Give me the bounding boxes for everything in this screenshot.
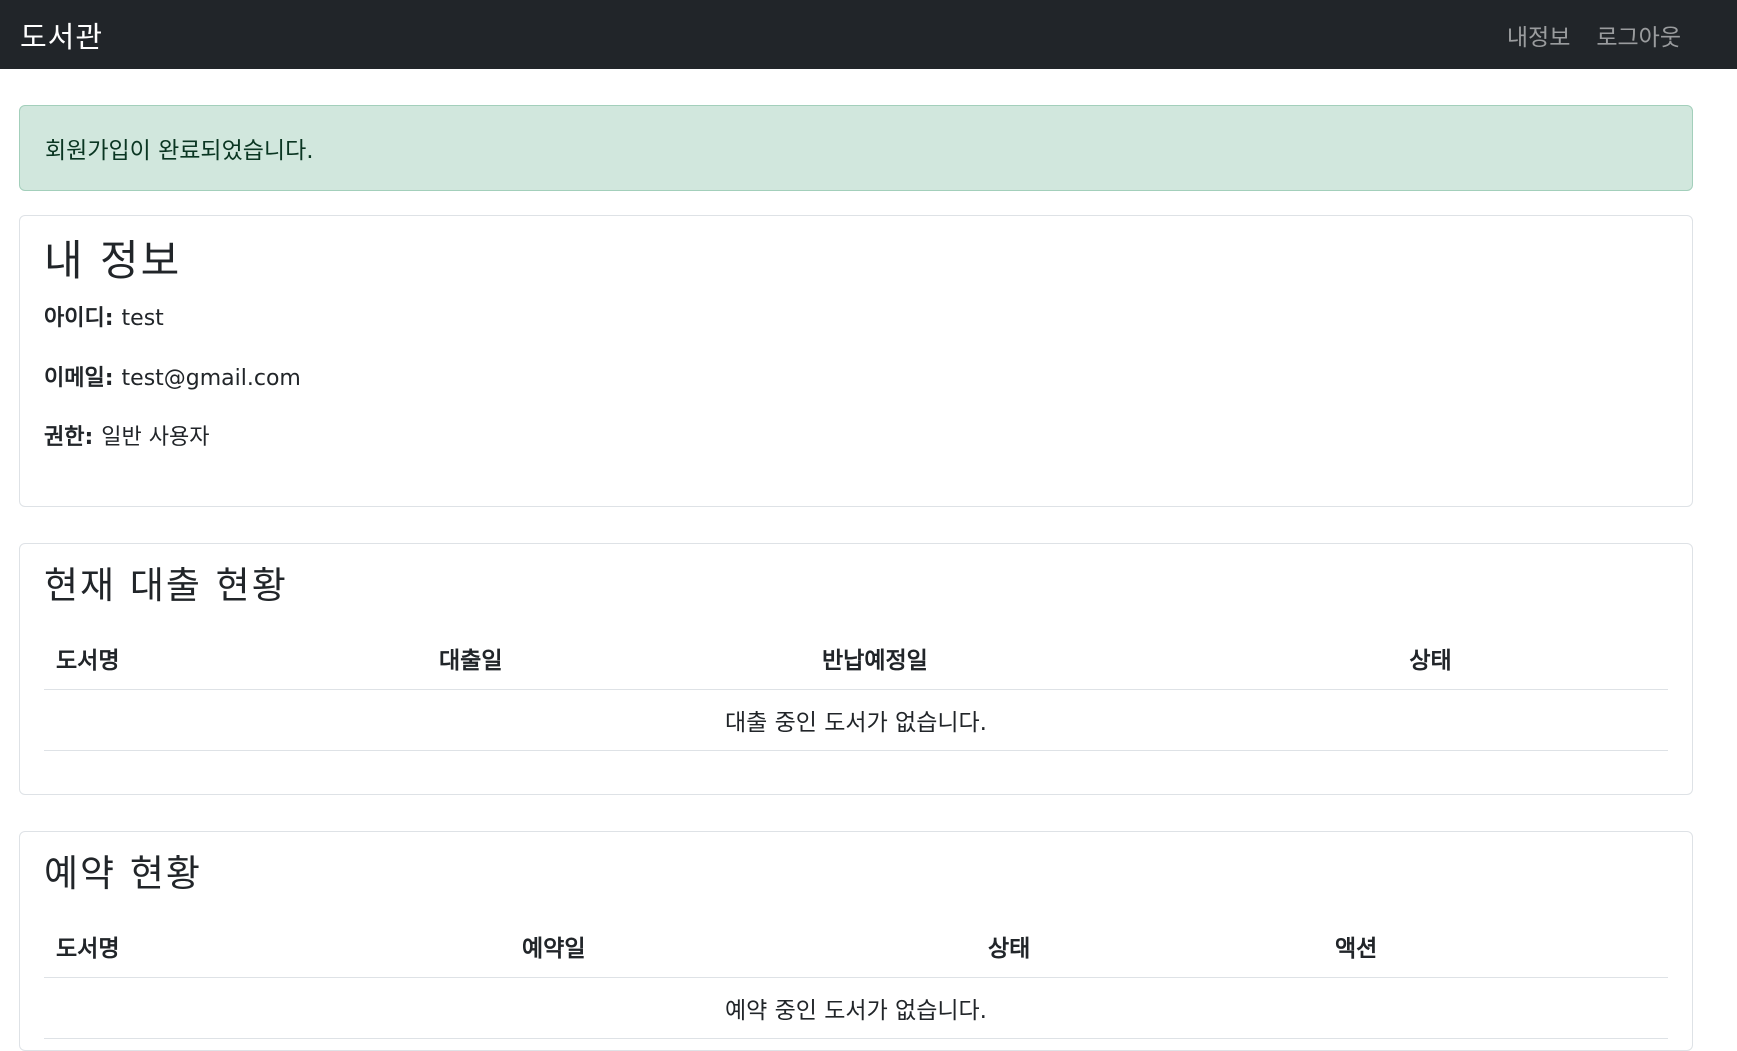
profile-card: 내 정보 아이디: test 이메일: test@gmail.com 권한: 일… xyxy=(19,215,1693,507)
role-value: 일반 사용자 xyxy=(101,424,210,450)
main-container: 회원가입이 완료되었습니다. 내 정보 아이디: test 이메일: test@… xyxy=(19,105,1693,1051)
loans-title: 현재 대출 현황 xyxy=(44,564,288,607)
loans-header-row: 도서명 대출일 반납예정일 상태 xyxy=(44,626,1668,690)
reservations-col-date: 예약일 xyxy=(510,914,976,978)
role-label: 권한: xyxy=(44,424,94,450)
email-label: 이메일: xyxy=(44,365,114,391)
loans-table: 도서명 대출일 반납예정일 상태 대출 중인 도서가 없습니다. xyxy=(44,626,1668,751)
brand-link[interactable]: 도서관 xyxy=(20,14,103,56)
loans-empty-message: 대출 중인 도서가 없습니다. xyxy=(44,689,1668,751)
id-label: 아이디: xyxy=(44,306,114,332)
loans-col-status: 상태 xyxy=(1193,626,1668,690)
nav-links: 내정보 로그아웃 xyxy=(1507,18,1681,52)
nav-link-my-info[interactable]: 내정보 xyxy=(1507,18,1570,52)
reservations-card: 예약 현황 도서명 예약일 상태 액션 예약 중인 도서가 없습니다. xyxy=(19,831,1693,1051)
reservations-col-title: 도서명 xyxy=(44,914,510,978)
reservations-col-status: 상태 xyxy=(976,914,1323,978)
loans-col-loan-date: 대출일 xyxy=(427,626,810,690)
success-alert: 회원가입이 완료되었습니다. xyxy=(19,105,1693,191)
reservations-title: 예약 현황 xyxy=(44,852,202,895)
profile-title: 내 정보 xyxy=(44,236,182,285)
reservations-table: 도서명 예약일 상태 액션 예약 중인 도서가 없습니다. xyxy=(44,914,1668,1039)
loans-col-title: 도서명 xyxy=(44,626,427,690)
alert-message: 회원가입이 완료되었습니다. xyxy=(45,138,314,164)
reservations-col-action: 액션 xyxy=(1323,914,1668,978)
reservations-empty-message: 예약 중인 도서가 없습니다. xyxy=(44,977,1668,1039)
table-row: 대출 중인 도서가 없습니다. xyxy=(44,689,1668,751)
reservations-header-row: 도서명 예약일 상태 액션 xyxy=(44,914,1668,978)
nav-link-logout[interactable]: 로그아웃 xyxy=(1596,18,1681,52)
top-navbar: 도서관 내정보 로그아웃 xyxy=(0,0,1737,69)
id-value: test xyxy=(121,306,164,332)
loans-col-due-date: 반납예정일 xyxy=(810,626,1193,690)
table-row: 예약 중인 도서가 없습니다. xyxy=(44,977,1668,1039)
info-row-id: 아이디: test xyxy=(44,306,1668,332)
loans-card: 현재 대출 현황 도서명 대출일 반납예정일 상태 대출 중인 도서가 없습니다… xyxy=(19,543,1693,795)
email-value: test@gmail.com xyxy=(121,365,301,391)
info-row-email: 이메일: test@gmail.com xyxy=(44,366,1668,392)
info-row-role: 권한: 일반 사용자 xyxy=(44,425,1668,451)
